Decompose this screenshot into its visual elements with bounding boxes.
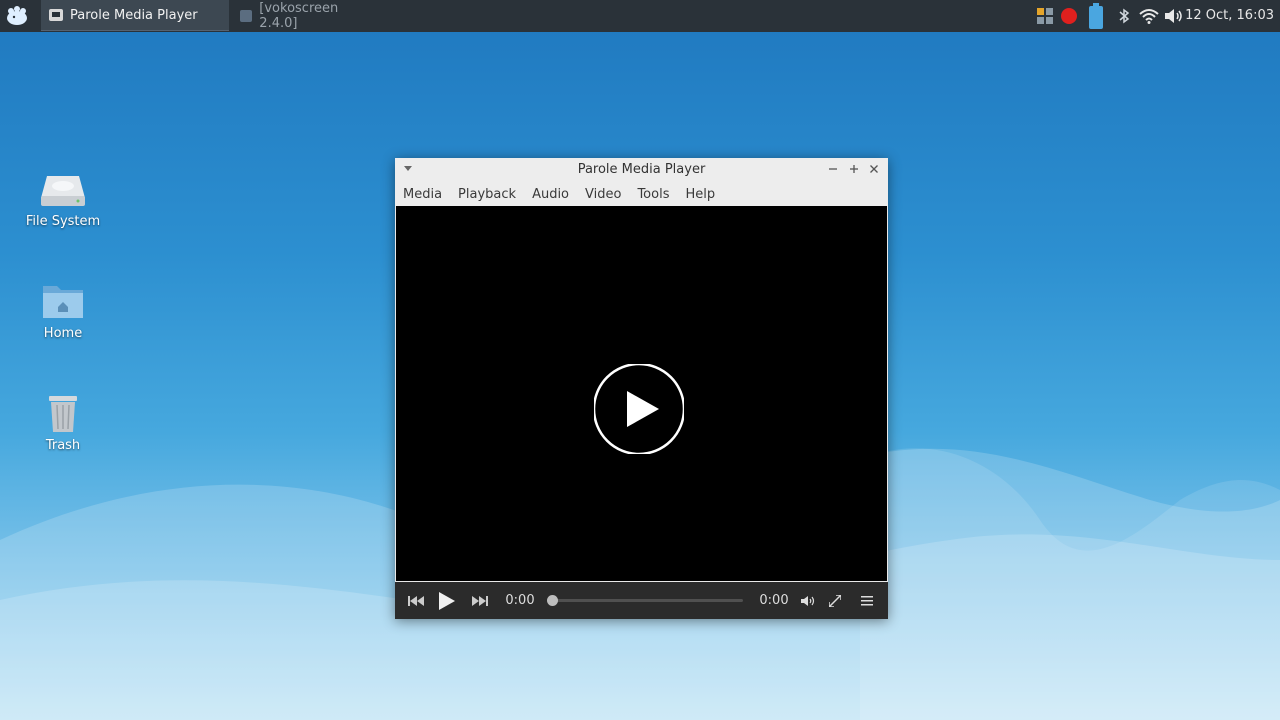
- bluetooth-icon[interactable]: [1118, 0, 1130, 32]
- trash-icon: [49, 396, 77, 432]
- record-icon[interactable]: [1060, 0, 1078, 32]
- desktop-icon-file-system[interactable]: File System: [13, 170, 113, 229]
- seek-knob[interactable]: [547, 595, 558, 606]
- taskbar-item-parole[interactable]: Parole Media Player: [41, 0, 229, 31]
- next-button[interactable]: [469, 582, 491, 619]
- fullscreen-icon: [829, 594, 841, 607]
- big-play-icon[interactable]: [594, 364, 684, 454]
- menu-tools[interactable]: Tools: [637, 187, 669, 202]
- video-area[interactable]: [396, 206, 887, 581]
- fullscreen-button[interactable]: [825, 582, 845, 619]
- volume-button[interactable]: [798, 582, 818, 619]
- battery-icon[interactable]: [1088, 0, 1104, 32]
- previous-button[interactable]: [405, 582, 427, 619]
- panel-clock[interactable]: 12 Oct, 16:03: [1185, 0, 1274, 32]
- whisker-menu-button[interactable]: [0, 0, 34, 32]
- elapsed-time: 0:00: [505, 593, 535, 608]
- seek-bar[interactable]: [547, 599, 743, 602]
- play-icon: [439, 591, 455, 610]
- desktop-icon-home[interactable]: Home: [13, 282, 113, 341]
- playlist-button[interactable]: [857, 582, 877, 619]
- close-button[interactable]: [865, 160, 883, 178]
- top-panel: Parole Media Player [vokoscreen 2.4.0] 1…: [0, 0, 1280, 32]
- skip-forward-icon: [472, 595, 488, 606]
- parole-icon: [49, 9, 63, 21]
- volume-icon[interactable]: [1164, 0, 1184, 32]
- desktop-icon-label: Home: [43, 326, 83, 341]
- xfce-mouse-icon: [7, 6, 27, 25]
- drive-icon: [41, 176, 85, 206]
- wifi-icon[interactable]: [1139, 0, 1159, 32]
- play-button[interactable]: [435, 582, 459, 619]
- parole-window: Parole Media Player Media Playback Audio…: [395, 158, 888, 619]
- applet-grid-icon[interactable]: [1036, 0, 1055, 32]
- taskbar-item-vokoscreen[interactable]: [vokoscreen 2.4.0]: [232, 0, 382, 31]
- menu-media[interactable]: Media: [403, 187, 442, 202]
- taskbar-item-label: Parole Media Player: [70, 7, 198, 23]
- playback-controls: 0:00 0:00: [395, 582, 888, 619]
- menu-bar: Media Playback Audio Video Tools Help: [395, 182, 888, 206]
- desktop-icon-label: Trash: [45, 438, 81, 453]
- skip-back-icon: [408, 595, 424, 606]
- vokoscreen-icon: [240, 9, 253, 22]
- desktop-icon-trash[interactable]: Trash: [13, 392, 113, 453]
- home-folder-icon: [43, 286, 83, 318]
- menu-playback[interactable]: Playback: [458, 187, 516, 202]
- minimize-button[interactable]: [824, 160, 842, 178]
- desktop-icon-label: File System: [25, 214, 101, 229]
- menu-video[interactable]: Video: [585, 187, 621, 202]
- window-titlebar[interactable]: Parole Media Player: [395, 158, 888, 182]
- volume-icon: [800, 595, 814, 606]
- menu-lines-icon: [861, 595, 873, 605]
- menu-audio[interactable]: Audio: [532, 187, 569, 202]
- menu-help[interactable]: Help: [685, 187, 715, 202]
- taskbar-item-label: [vokoscreen 2.4.0]: [259, 0, 339, 31]
- window-title: Parole Media Player: [577, 162, 706, 177]
- total-duration: 0:00: [759, 593, 789, 608]
- maximize-button[interactable]: [845, 160, 863, 178]
